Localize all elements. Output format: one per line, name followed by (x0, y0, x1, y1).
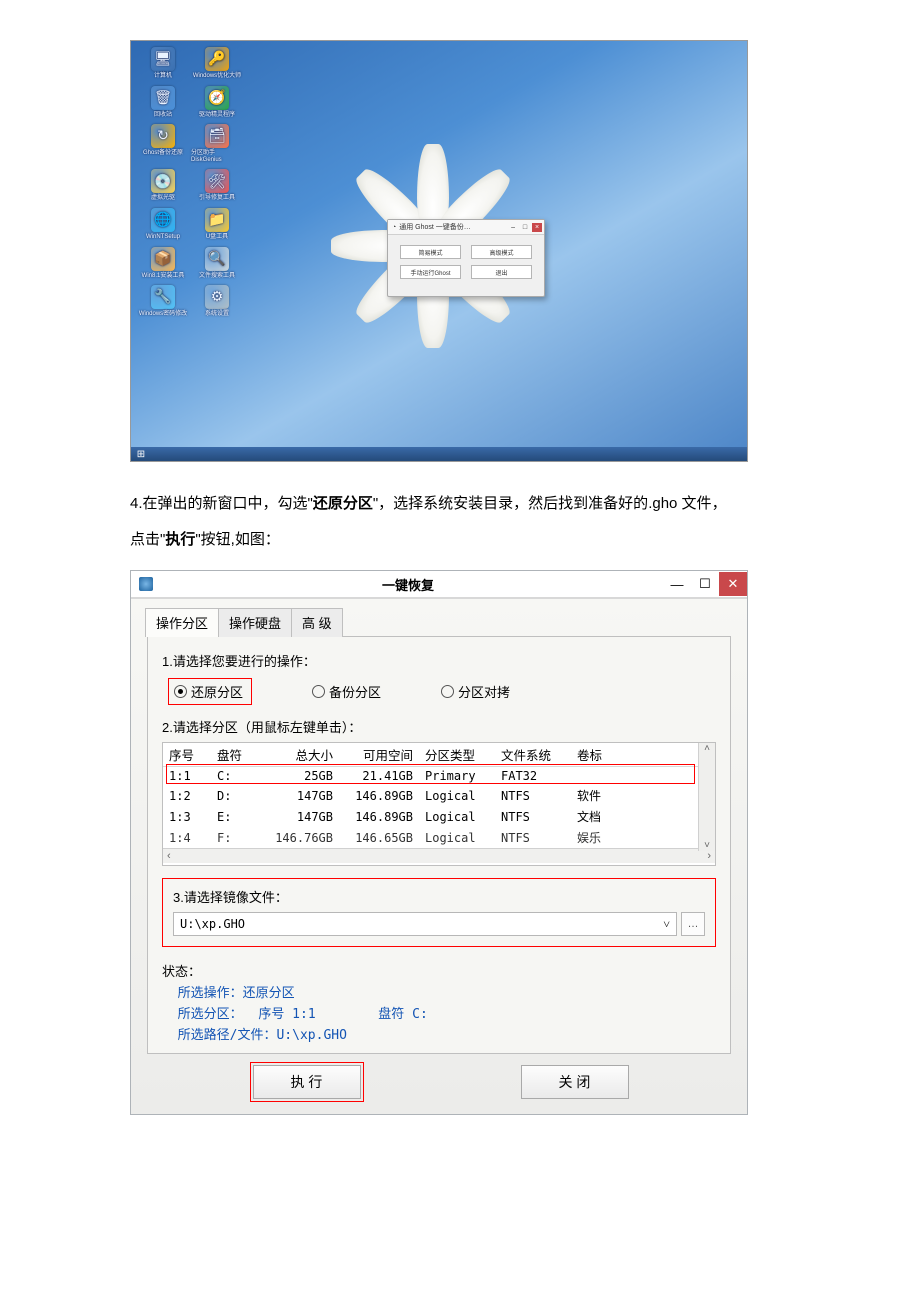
radio-unchecked-icon (312, 685, 325, 698)
desktop-icon-label: Windows密码修改 (139, 311, 187, 318)
exit-button[interactable]: 退出 (471, 265, 532, 279)
desktop-icon-label: 回收站 (154, 112, 172, 119)
restore-tool-window: 一键恢复 — ☐ ✕ 操作分区 操作硬盘 高 级 1.请选择您要进行的操作： (130, 570, 748, 1115)
desktop-icon[interactable]: 🗑 回收站 (137, 86, 189, 119)
status-file: 所选路径/文件：U:\xp.GHO (162, 1024, 716, 1043)
app-glyph-icon: 🖥 (151, 47, 175, 71)
desktop-icon-label: 系统设置 (205, 311, 229, 318)
window-title: 一键恢复 (382, 575, 434, 594)
tab-advanced[interactable]: 高 级 (291, 608, 343, 637)
taskbar[interactable]: ⊞ (131, 447, 747, 461)
app-glyph-icon: 🔑 (205, 47, 229, 71)
status-operation: 所选操作：还原分区 (162, 982, 716, 1001)
maximize-icon[interactable]: □ (520, 223, 530, 232)
app-glyph-icon: 🗑 (151, 86, 175, 110)
app-glyph-icon: 📦 (151, 247, 175, 271)
table-row[interactable]: 1:4F:146.76GB146.65GBLogicalNTFS娱乐 (163, 827, 715, 848)
app-glyph-icon: ⚙ (205, 285, 229, 309)
table-header-row: 序号 盘符 总大小 可用空间 分区类型 文件系统 卷标 (163, 743, 715, 767)
scroll-left-icon[interactable]: ‹ (167, 850, 171, 862)
desktop-icon-label: 引导修复工具 (199, 195, 235, 202)
desktop-icon-label: WinNTSetup (146, 234, 180, 241)
app-glyph-icon: 📁 (205, 208, 229, 232)
chevron-down-icon[interactable]: ˅ (663, 917, 670, 932)
run-button[interactable]: 执 行 (253, 1065, 361, 1099)
tab-disk[interactable]: 操作硬盘 (218, 608, 292, 637)
desktop-icon-label: 分区助手 DiskGenius (191, 150, 243, 163)
maximize-button[interactable]: ☐ (691, 572, 719, 596)
app-glyph-icon: 🧭 (205, 86, 229, 110)
horizontal-scrollbar[interactable]: ‹ › (163, 848, 715, 863)
app-glyph-icon: 🗃 (205, 124, 229, 148)
desktop-icon[interactable]: 🗃 分区助手 DiskGenius (191, 124, 243, 163)
step3-label: 3.请选择镜像文件： (173, 887, 705, 906)
image-path-value: U:\xp.GHO (180, 917, 245, 931)
step4-instruction: 4.在弹出的新窗口中，勾选"还原分区"，选择系统安装目录，然后找到准备好的.gh… (130, 486, 790, 558)
disc-icon: ◔ (392, 224, 396, 231)
app-glyph-icon: 🛠 (205, 169, 229, 193)
desktop-icon[interactable]: 📦 Win8.1安装工具 (137, 247, 189, 280)
desktop-icon[interactable]: 📁 U盘工具 (191, 208, 243, 241)
tab-partition[interactable]: 操作分区 (145, 608, 219, 637)
desktop-icon[interactable]: ⚙ 系统设置 (191, 285, 243, 318)
scroll-up-icon[interactable]: ˄ (704, 743, 710, 754)
close-button[interactable]: ✕ (719, 572, 747, 596)
radio-checked-icon (174, 685, 187, 698)
desktop-icon-label: 驱动精灵程序 (199, 112, 235, 119)
scroll-down-icon[interactable]: ˅ (704, 840, 710, 851)
manual-ghost-button[interactable]: 手动运行Ghost (400, 265, 461, 279)
radio-clone[interactable]: 分区对拷 (441, 682, 510, 701)
desktop-icon[interactable]: 🛠 引导修复工具 (191, 169, 243, 202)
desktop-icon-label: 虚拟光驱 (151, 195, 175, 202)
desktop-icon-label: 计算机 (154, 73, 172, 80)
table-row[interactable]: 1:3E:147GB146.89GBLogicalNTFS文档 (163, 806, 715, 827)
window-controls[interactable]: – □ × (508, 223, 542, 232)
browse-button[interactable]: … (681, 912, 705, 936)
desktop-icon-label: Windows优化大师 (193, 73, 241, 80)
app-glyph-icon: 💿 (151, 169, 175, 193)
status-partition: 所选分区： 序号 1:1 盘符 C: (162, 1003, 716, 1022)
desktop-icon[interactable]: 💿 虚拟光驱 (137, 169, 189, 202)
desktop-screenshot: 🖥 计算机 🔑 Windows优化大师 🗑 回收站 🧭 驱动精灵程序 ↻ Ghost备份还原 🗃 分区… (130, 40, 748, 462)
close-icon[interactable]: × (532, 223, 542, 232)
table-row[interactable]: 1:2D:147GB146.89GBLogicalNTFS软件 (163, 785, 715, 806)
status-label: 状态： (162, 961, 716, 980)
radio-backup[interactable]: 备份分区 (312, 682, 381, 701)
app-glyph-icon: 🔧 (151, 285, 175, 309)
desktop-icon-label: Ghost备份还原 (143, 150, 183, 157)
table-row[interactable]: 1:1C:25GB21.41GBPrimaryFAT32 (163, 767, 715, 786)
step1-label: 1.请选择您要进行的操作： (162, 651, 716, 670)
desktop-icon[interactable]: 🌐 WinNTSetup (137, 208, 189, 241)
app-glyph-icon: 🔍 (205, 247, 229, 271)
close-button-bottom[interactable]: 关 闭 (521, 1065, 629, 1099)
desktop-icon[interactable]: 🔧 Windows密码修改 (137, 285, 189, 318)
vertical-scrollbar[interactable]: ˄ ˅ (698, 743, 715, 851)
ghost-mini-dialog: ◔ 通用 Ghost 一键备份… – □ × 简易模式 高级模式 手动运行Gho… (387, 219, 545, 297)
start-button[interactable]: ⊞ (133, 447, 149, 461)
simple-mode-button[interactable]: 简易模式 (400, 245, 461, 259)
app-glyph-icon: ↻ (151, 124, 175, 148)
advanced-mode-button[interactable]: 高级模式 (471, 245, 532, 259)
minimize-icon[interactable]: – (508, 223, 518, 232)
app-icon (139, 577, 153, 591)
desktop-icon[interactable]: 🔑 Windows优化大师 (191, 47, 243, 80)
desktop-icon[interactable]: 🔍 文件搜索工具 (191, 247, 243, 280)
desktop-icon[interactable]: 🖥 计算机 (137, 47, 189, 80)
ghost-dialog-title: 通用 Ghost 一键备份… (399, 222, 471, 232)
scroll-right-icon[interactable]: › (707, 850, 711, 862)
desktop-icon[interactable]: 🧭 驱动精灵程序 (191, 86, 243, 119)
radio-unchecked-icon (441, 685, 454, 698)
desktop-icon-label: 文件搜索工具 (199, 273, 235, 280)
desktop-icon-label: U盘工具 (206, 234, 228, 241)
image-path-combo[interactable]: U:\xp.GHO ˅ (173, 912, 677, 936)
desktop-icon[interactable]: ↻ Ghost备份还原 (137, 124, 189, 163)
minimize-button[interactable]: — (663, 572, 691, 596)
radio-restore[interactable]: 还原分区 (168, 678, 252, 705)
desktop-icon-label: Win8.1安装工具 (142, 273, 185, 280)
app-glyph-icon: 🌐 (151, 208, 175, 232)
step2-label: 2.请选择分区（用鼠标左键单击）： (162, 717, 716, 736)
partition-table[interactable]: 序号 盘符 总大小 可用空间 分区类型 文件系统 卷标 1:1C:25GB21.… (162, 742, 716, 866)
